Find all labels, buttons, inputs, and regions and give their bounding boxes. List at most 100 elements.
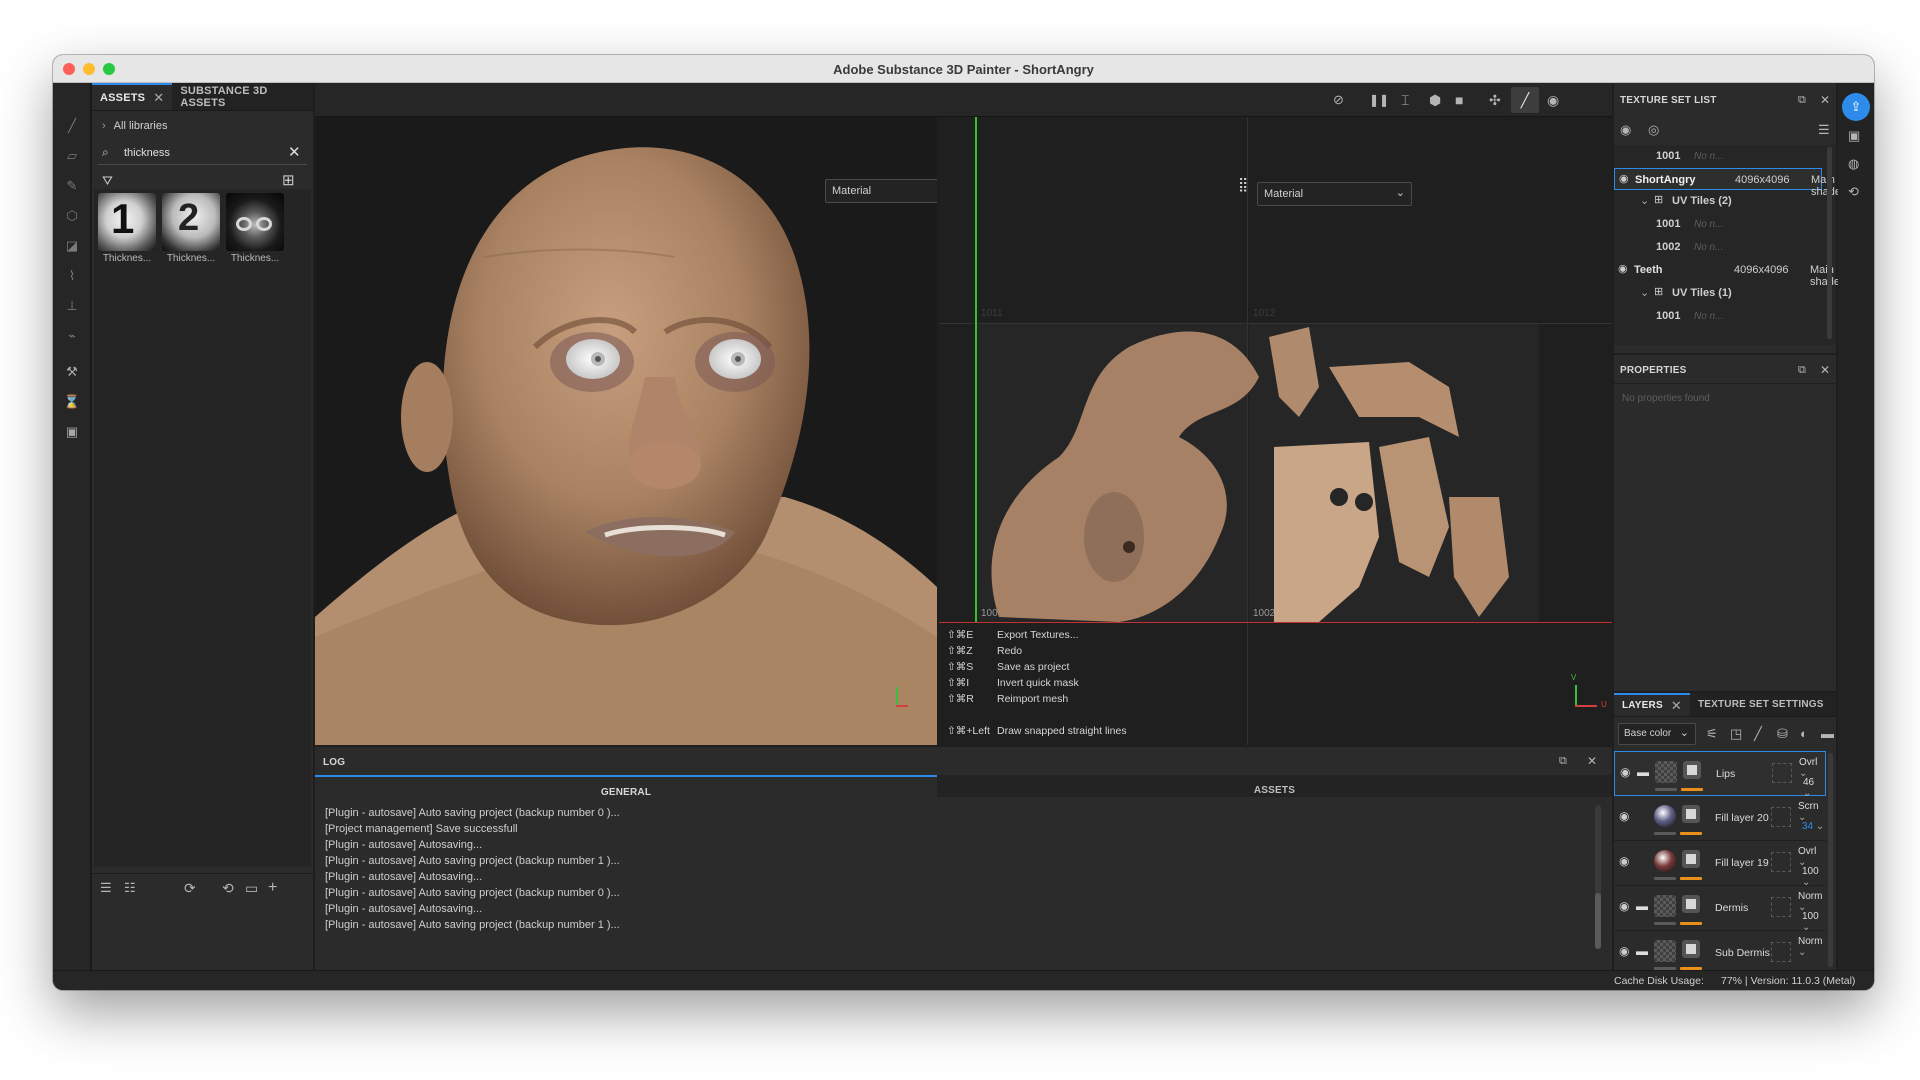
- layer-opacity[interactable]: 100 ⌄: [1802, 866, 1826, 888]
- uv-tiles-group[interactable]: ⌄ ⊞ UV Tiles (1): [1614, 282, 1822, 305]
- picker-icon[interactable]: ⌁: [63, 327, 81, 345]
- tile-row[interactable]: 1002 No n...: [1614, 236, 1822, 259]
- layout-icon[interactable]: ⣿: [1238, 177, 1252, 191]
- close-tab-icon[interactable]: ✕: [1671, 698, 1682, 714]
- add-fill-layer-icon[interactable]: ⛁: [1777, 725, 1788, 743]
- layer-row[interactable]: ◉ Fill layer 19 Ovrl ⌄ 100 ⌄: [1614, 841, 1826, 888]
- tab-general[interactable]: GENERAL: [315, 775, 937, 798]
- export-icon[interactable]: ☷: [124, 879, 136, 897]
- mask-icon[interactable]: [1682, 850, 1700, 868]
- layer-opacity[interactable]: 100 ⌄: [1802, 911, 1826, 933]
- layer-opacity[interactable]: 34 ⌄: [1802, 821, 1824, 832]
- asset-thumbnail[interactable]: [226, 193, 284, 251]
- layer-mask-slot[interactable]: [1772, 763, 1792, 783]
- search-input[interactable]: thickness: [124, 147, 170, 159]
- layer-row[interactable]: ◉ ▬ Lips Ovrl ⌄ 46 ⌄: [1614, 751, 1826, 799]
- layer-mask-slot[interactable]: [1771, 807, 1791, 827]
- grid-view-icon[interactable]: ⊞: [282, 171, 295, 189]
- eraser-icon[interactable]: ▱: [63, 147, 81, 165]
- history-icon[interactable]: ⟲: [222, 879, 234, 897]
- eye-icon[interactable]: ◉: [1619, 944, 1629, 958]
- folder-icon[interactable]: ▭: [245, 879, 258, 897]
- eye-icon[interactable]: ◉: [1620, 121, 1631, 139]
- texture-set-row-selected[interactable]: ◉ ShortAngry 4096x4096 Main shader: [1614, 168, 1845, 198]
- layer-row[interactable]: ◉ ▬ Sub Dermis Norm ⌄: [1614, 931, 1826, 970]
- viewport2d-channel-dropdown[interactable]: Material ⌄: [1257, 182, 1412, 206]
- float-panel-icon[interactable]: ⧉: [1798, 361, 1806, 379]
- close-panel-icon[interactable]: ✕: [1820, 361, 1830, 379]
- paint-brush-icon[interactable]: ╱: [63, 117, 81, 135]
- add-effect-icon[interactable]: ⚟: [1706, 725, 1718, 743]
- float-panel-icon[interactable]: ⧉: [1798, 91, 1806, 109]
- tab-log-assets[interactable]: ASSETS: [937, 775, 1612, 797]
- smudge-icon[interactable]: ⌇: [63, 267, 81, 285]
- blend-mode[interactable]: Scrn ⌄: [1798, 801, 1826, 823]
- refresh-icon[interactable]: ⟳: [184, 879, 196, 897]
- text-tool-icon[interactable]: ⚒: [63, 363, 81, 381]
- display-settings-icon[interactable]: ▣: [1848, 127, 1860, 145]
- clear-search-icon[interactable]: ✕: [288, 143, 301, 161]
- viewport-2d[interactable]: 1011 1012 1001 1002 ⣿ Material ⌄ ⇧⌘E Expor…: [939, 117, 1612, 745]
- eye-icon[interactable]: ◉: [1619, 854, 1629, 868]
- add-icon[interactable]: +: [268, 879, 277, 897]
- tab-assets[interactable]: ASSETS ✕: [92, 83, 173, 110]
- tile-row[interactable]: 1001 No n...: [1614, 213, 1822, 236]
- clone-stamp-icon[interactable]: ⊥: [63, 297, 81, 315]
- tile-row[interactable]: 1001 No n...: [1614, 145, 1822, 168]
- layer-mask-slot[interactable]: [1771, 852, 1791, 872]
- share-icon[interactable]: ⇪: [1842, 93, 1870, 121]
- viewport-3d[interactable]: Material⌄: [315, 117, 937, 745]
- import-icon[interactable]: ☰: [100, 879, 112, 897]
- tab-substance-3d-assets[interactable]: SUBSTANCE 3D ASSETS: [172, 83, 313, 110]
- breadcrumb[interactable]: › All libraries: [102, 120, 167, 132]
- mask-icon[interactable]: [1682, 895, 1700, 913]
- close-panel-icon[interactable]: ✕: [1820, 91, 1830, 109]
- add-mask-icon[interactable]: ◳: [1730, 725, 1742, 743]
- mask-icon[interactable]: [1682, 940, 1700, 958]
- eye-icon[interactable]: ◉: [1619, 899, 1629, 913]
- tab-layers[interactable]: LAYERS ✕: [1614, 693, 1690, 716]
- shader-settings-icon[interactable]: ◍: [1848, 155, 1859, 173]
- texture-set-row[interactable]: ◉ Teeth 4096x4096 Main shader: [1614, 259, 1844, 288]
- history-icon[interactable]: ⟲: [1848, 183, 1859, 201]
- close-panel-icon[interactable]: ✕: [1587, 752, 1597, 770]
- uv-tiles-group[interactable]: ⌄ ⊞ UV Tiles (2): [1614, 190, 1822, 213]
- blend-mode[interactable]: Norm ⌄: [1798, 891, 1826, 913]
- camera-icon[interactable]: ■: [1455, 91, 1463, 109]
- float-panel-icon[interactable]: ⧉: [1559, 752, 1567, 770]
- screenshot-icon[interactable]: ◉: [1547, 91, 1559, 109]
- geometry-fill-icon[interactable]: ⬡: [63, 207, 81, 225]
- tab-texture-set-settings[interactable]: TEXTURE SET SETTINGS: [1690, 693, 1832, 716]
- blend-mode[interactable]: Ovrl ⌄: [1799, 757, 1825, 779]
- asset-thumbnail[interactable]: 1: [98, 193, 156, 251]
- layer-row[interactable]: ◉ ▬ Dermis Norm ⌄ 100 ⌄: [1614, 886, 1826, 933]
- blend-mode[interactable]: Ovrl ⌄: [1798, 846, 1826, 868]
- mask-icon[interactable]: [1682, 805, 1700, 823]
- blend-mode[interactable]: Norm ⌄: [1798, 936, 1826, 958]
- projection-icon[interactable]: ✎: [63, 177, 81, 195]
- close-tab-icon[interactable]: ✕: [153, 90, 164, 106]
- add-paint-layer-icon[interactable]: ╱: [1754, 725, 1762, 743]
- tile-row[interactable]: 1001 No n...: [1614, 305, 1822, 328]
- layer-mask-slot[interactable]: [1771, 942, 1791, 962]
- asset-search[interactable]: ⌕ thickness ✕: [98, 141, 307, 165]
- polygon-fill-icon[interactable]: ◪: [63, 237, 81, 255]
- channel-dropdown[interactable]: Base color ⌄: [1618, 723, 1696, 745]
- pause-icon[interactable]: ❚❚: [1369, 91, 1389, 109]
- eye-icon[interactable]: ◉: [1619, 809, 1629, 823]
- iray-icon[interactable]: ✣: [1489, 91, 1501, 109]
- menu-icon[interactable]: ☰: [1818, 121, 1830, 139]
- eye-icon[interactable]: ◉: [1618, 262, 1628, 275]
- layer-row[interactable]: ◉ Fill layer 20 Scrn ⌄ 34 ⌄: [1614, 796, 1826, 841]
- add-folder-icon[interactable]: ▬: [1821, 725, 1834, 743]
- viewport3d-channel-dropdown[interactable]: Material⌄: [825, 179, 937, 203]
- paint-mode-icon[interactable]: ╱: [1511, 87, 1539, 113]
- filter-icon[interactable]: ⛛: [102, 173, 113, 189]
- hide-overlay-icon[interactable]: ⊘: [1333, 91, 1344, 109]
- log-scrollbar[interactable]: [1595, 805, 1601, 949]
- tree-scrollbar[interactable]: [1827, 147, 1832, 339]
- eye-outline-icon[interactable]: ◎: [1648, 121, 1659, 139]
- eye-icon[interactable]: ◉: [1620, 765, 1630, 779]
- layer-scrollbar[interactable]: [1828, 753, 1833, 967]
- layer-mask-slot[interactable]: [1771, 897, 1791, 917]
